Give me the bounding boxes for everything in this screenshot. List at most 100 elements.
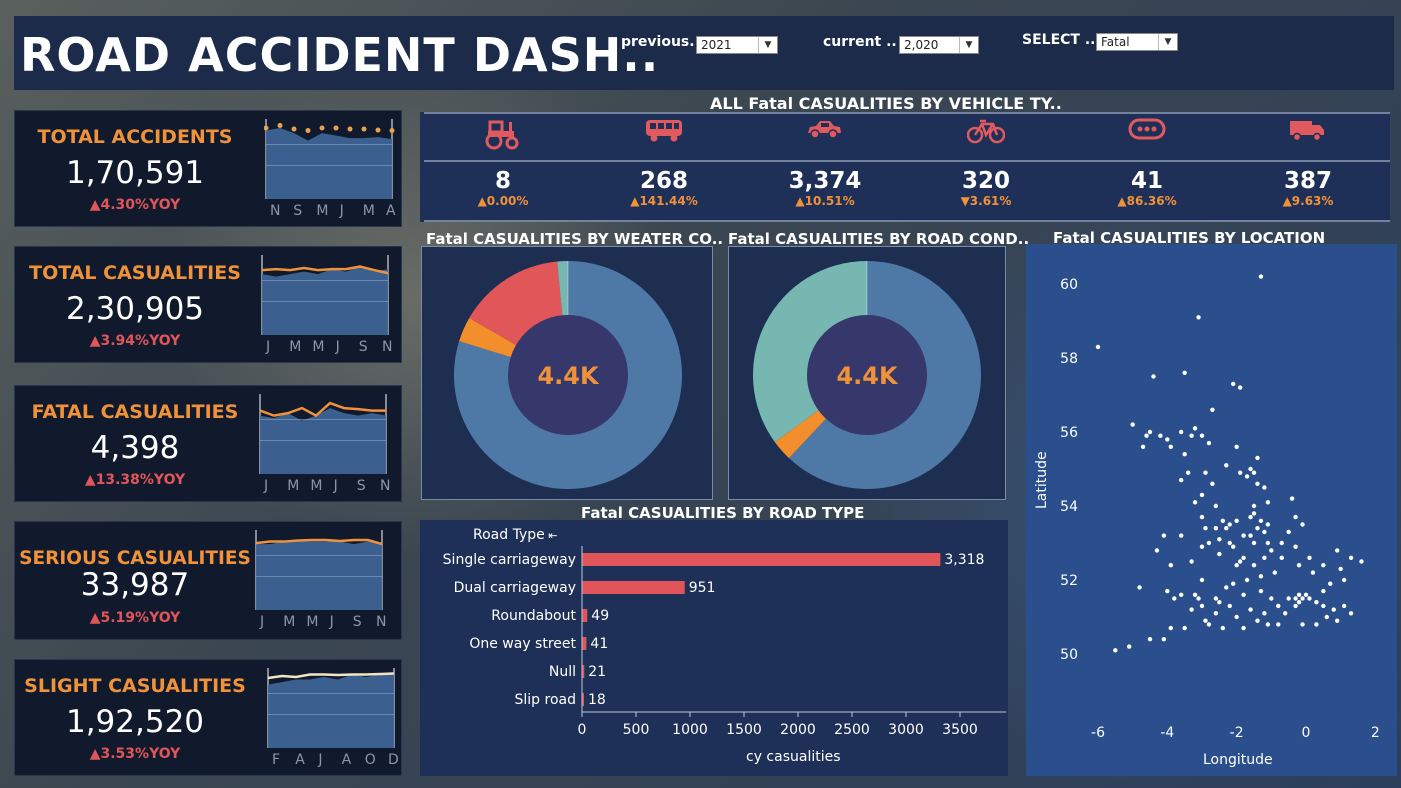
location-point[interactable] bbox=[1258, 274, 1264, 279]
location-point[interactable] bbox=[1189, 607, 1194, 612]
bar[interactable] bbox=[582, 609, 588, 622]
location-point[interactable] bbox=[1206, 540, 1212, 546]
location-point[interactable] bbox=[1182, 625, 1187, 631]
location-point[interactable] bbox=[1189, 559, 1194, 564]
location-point[interactable] bbox=[1224, 526, 1229, 531]
location-point[interactable] bbox=[1179, 477, 1184, 483]
location-point[interactable] bbox=[1227, 522, 1232, 527]
location-point[interactable] bbox=[1255, 618, 1260, 623]
location-point[interactable] bbox=[1220, 625, 1225, 631]
location-point[interactable] bbox=[1227, 540, 1232, 546]
location-point[interactable] bbox=[1161, 637, 1167, 642]
location-point[interactable] bbox=[1258, 574, 1264, 579]
location-point[interactable] bbox=[1137, 585, 1142, 590]
location-point[interactable] bbox=[1168, 563, 1173, 568]
location-point[interactable] bbox=[1314, 622, 1319, 627]
location-point[interactable] bbox=[1265, 522, 1271, 527]
location-point[interactable] bbox=[1210, 481, 1215, 486]
location-point[interactable] bbox=[1248, 607, 1253, 612]
location-point[interactable] bbox=[1283, 611, 1288, 616]
location-point[interactable] bbox=[1179, 533, 1184, 538]
road-type-header[interactable]: Road Type ⇤ bbox=[473, 527, 557, 543]
kpi-sparkline[interactable]: JMMJSN bbox=[260, 251, 394, 358]
location-point[interactable] bbox=[1255, 455, 1260, 461]
location-point[interactable] bbox=[1161, 533, 1167, 538]
location-point[interactable] bbox=[1172, 596, 1177, 601]
location-point[interactable] bbox=[1165, 588, 1170, 594]
location-point[interactable] bbox=[1348, 555, 1354, 560]
location-point[interactable] bbox=[1276, 622, 1281, 627]
location-point[interactable] bbox=[1154, 548, 1160, 553]
location-point[interactable] bbox=[1224, 585, 1229, 590]
location-point[interactable] bbox=[1251, 563, 1257, 568]
bar[interactable] bbox=[582, 553, 941, 566]
location-point[interactable] bbox=[1307, 555, 1312, 560]
location-point[interactable] bbox=[1265, 540, 1271, 546]
location-point[interactable] bbox=[1262, 555, 1267, 560]
kpi-sparkline[interactable]: JMMJSN bbox=[258, 390, 392, 497]
location-scatter-chart[interactable]: -6 -4 -2 0 2 60 58 56 54 52 50 bbox=[1026, 244, 1397, 776]
location-point[interactable] bbox=[1237, 470, 1243, 475]
location-point[interactable] bbox=[1144, 433, 1149, 438]
location-point[interactable] bbox=[1213, 596, 1219, 601]
location-point[interactable] bbox=[1293, 514, 1298, 520]
location-point[interactable] bbox=[1165, 437, 1170, 442]
location-point[interactable] bbox=[1296, 592, 1302, 597]
location-point[interactable] bbox=[1199, 577, 1205, 583]
location-point[interactable] bbox=[1203, 526, 1208, 531]
location-point[interactable] bbox=[1251, 540, 1257, 546]
location-point[interactable] bbox=[1300, 596, 1305, 601]
bar[interactable] bbox=[582, 637, 587, 650]
location-point[interactable] bbox=[1182, 370, 1187, 375]
location-point[interactable] bbox=[1359, 559, 1364, 564]
location-point[interactable] bbox=[1276, 603, 1281, 609]
location-point[interactable] bbox=[1192, 426, 1198, 431]
location-point[interactable] bbox=[1140, 444, 1146, 449]
location-point[interactable] bbox=[1262, 611, 1267, 616]
location-point[interactable] bbox=[1241, 592, 1246, 597]
location-point[interactable] bbox=[1258, 518, 1264, 523]
location-point[interactable] bbox=[1234, 614, 1239, 620]
severity-select[interactable]: Fatal ▼ bbox=[1096, 33, 1178, 51]
location-point[interactable] bbox=[1265, 622, 1271, 627]
location-point[interactable] bbox=[1237, 385, 1243, 390]
location-point[interactable] bbox=[1341, 603, 1347, 609]
location-point[interactable] bbox=[1248, 466, 1253, 472]
location-point[interactable] bbox=[1234, 444, 1239, 449]
location-point[interactable] bbox=[1258, 588, 1264, 594]
location-point[interactable] bbox=[1338, 566, 1343, 572]
location-point[interactable] bbox=[1251, 503, 1257, 509]
location-point[interactable] bbox=[1324, 614, 1329, 620]
location-point[interactable] bbox=[1231, 544, 1236, 549]
location-point[interactable] bbox=[1158, 433, 1163, 438]
location-point[interactable] bbox=[1262, 529, 1267, 535]
location-point[interactable] bbox=[1328, 581, 1333, 586]
location-point[interactable] bbox=[1147, 429, 1153, 435]
location-point[interactable] bbox=[1199, 433, 1205, 438]
location-point[interactable] bbox=[1189, 433, 1194, 438]
location-point[interactable] bbox=[1255, 481, 1260, 486]
location-point[interactable] bbox=[1210, 407, 1215, 412]
location-point[interactable] bbox=[1314, 600, 1319, 605]
location-point[interactable] bbox=[1231, 381, 1236, 387]
location-point[interactable] bbox=[1248, 533, 1253, 538]
location-point[interactable] bbox=[1293, 544, 1298, 549]
location-point[interactable] bbox=[1220, 518, 1225, 523]
location-point[interactable] bbox=[1113, 648, 1118, 653]
location-point[interactable] bbox=[1199, 603, 1205, 609]
location-point[interactable] bbox=[1217, 551, 1222, 557]
location-point[interactable] bbox=[1206, 440, 1212, 446]
location-point[interactable] bbox=[1269, 596, 1274, 601]
location-point[interactable] bbox=[1321, 603, 1326, 609]
location-point[interactable] bbox=[1348, 611, 1354, 616]
location-point[interactable] bbox=[1241, 625, 1246, 631]
location-point[interactable] bbox=[1248, 514, 1253, 520]
location-point[interactable] bbox=[1244, 577, 1250, 583]
location-point[interactable] bbox=[1300, 622, 1305, 627]
location-point[interactable] bbox=[1151, 374, 1156, 379]
location-point[interactable] bbox=[1095, 344, 1101, 350]
location-point[interactable] bbox=[1244, 474, 1250, 479]
location-point[interactable] bbox=[1199, 514, 1205, 520]
previous-year-select[interactable]: 2021 ▼ bbox=[696, 36, 778, 54]
location-point[interactable] bbox=[1307, 596, 1312, 601]
